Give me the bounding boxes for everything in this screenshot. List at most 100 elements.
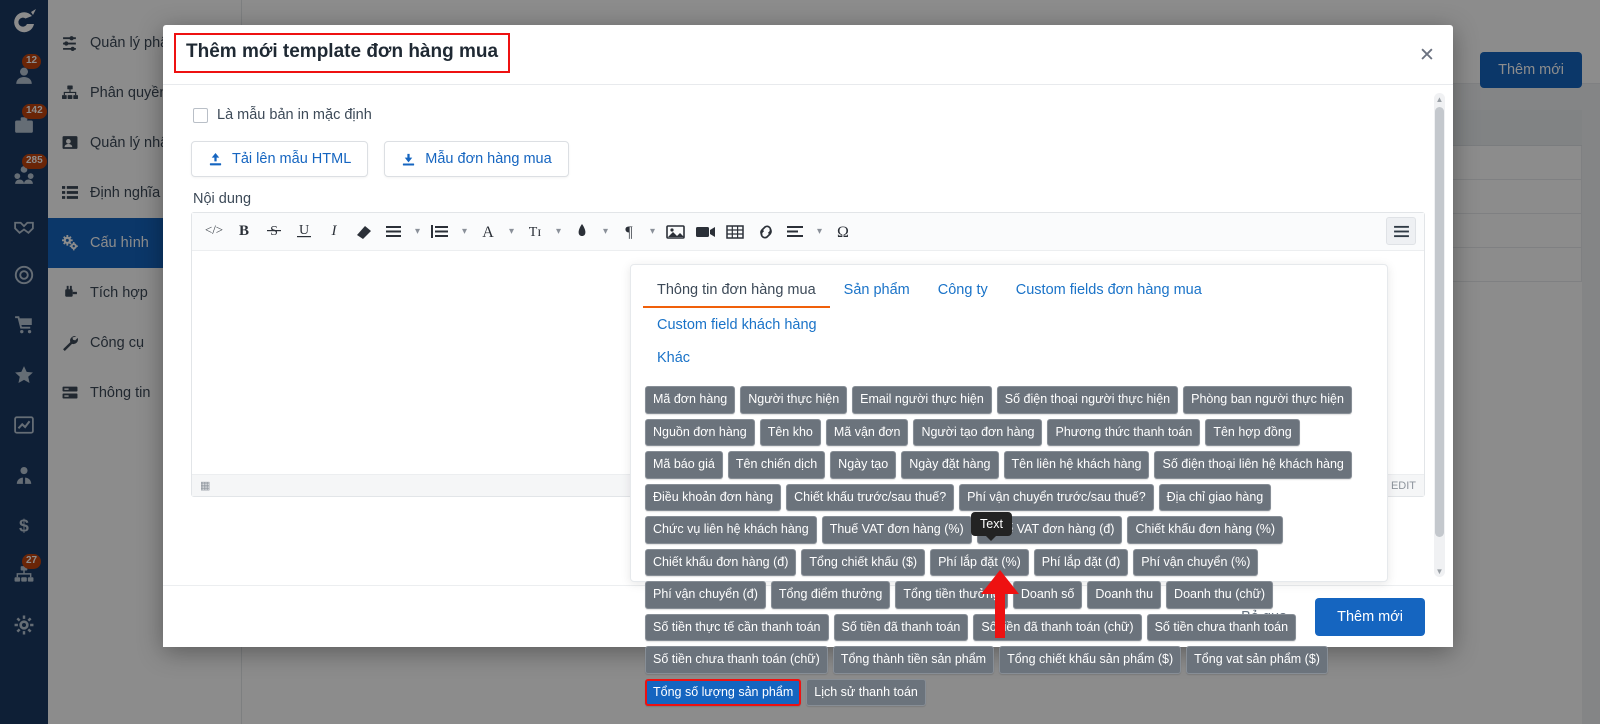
default-print-checkbox-row[interactable]: Là mẫu bản in mặc định xyxy=(193,107,1425,123)
merge-field-tag[interactable]: Tổng thành tiền sản phẩm xyxy=(832,646,995,674)
merge-field-tag[interactable]: Chiết khấu trước/sau thuế? xyxy=(786,483,955,511)
merge-field-tag[interactable]: Mã vận đơn xyxy=(825,418,909,446)
merge-field-tag[interactable]: Doanh thu (chữ) xyxy=(1166,581,1274,609)
merge-field-tag[interactable]: Tổng chiết khấu sản phẩm ($) xyxy=(999,646,1182,674)
merge-field-tag[interactable]: Điều khoản đơn hàng xyxy=(645,483,782,511)
font-color-icon[interactable]: A xyxy=(474,218,502,246)
merge-field-tag[interactable]: Tên hợp đồng xyxy=(1205,418,1300,446)
underline-icon[interactable]: U xyxy=(290,218,318,246)
merge-field-tag-selected[interactable]: Tổng số lượng sản phẩm xyxy=(645,678,802,706)
merge-field-tag[interactable]: Mã đơn hàng xyxy=(645,386,736,414)
tab-3[interactable]: Công ty xyxy=(924,273,1002,306)
merge-field-tag[interactable]: Địa chỉ giao hàng xyxy=(1158,483,1272,511)
merge-field-tag[interactable]: Số tiền đã thanh toán xyxy=(833,613,969,641)
svg-text:Ω: Ω xyxy=(837,224,849,241)
merge-field-tag[interactable]: Tên liên hệ khách hàng xyxy=(1003,451,1150,479)
link-icon[interactable] xyxy=(752,218,780,246)
chevron-down-icon[interactable]: ▾ xyxy=(410,218,425,246)
merge-field-tag[interactable]: Tên chiến dịch xyxy=(727,451,826,479)
chevron-down-icon[interactable]: ▾ xyxy=(504,218,519,246)
merge-field-tag[interactable]: Tổng vat sản phẩm ($) xyxy=(1186,646,1328,674)
tab-4[interactable]: Custom fields đơn hàng mua xyxy=(1002,273,1216,306)
upload-html-template-button[interactable]: Tải lên mẫu HTML xyxy=(191,141,369,177)
merge-field-tag[interactable]: Số tiền chưa thanh toán xyxy=(1146,613,1297,641)
svg-text:I: I xyxy=(331,223,338,239)
chevron-down-icon[interactable]: ▾ xyxy=(645,218,660,246)
scroll-down-icon[interactable]: ▼ xyxy=(1434,565,1445,577)
special-char-icon[interactable]: Ω xyxy=(829,218,857,246)
table-icon[interactable] xyxy=(722,218,750,246)
merge-field-tag[interactable]: Tên kho xyxy=(759,418,821,446)
svg-text:U: U xyxy=(299,223,309,238)
tab-2[interactable]: Sản phẩm xyxy=(830,273,924,306)
merge-field-tag[interactable]: Phí vận chuyển (%) xyxy=(1133,548,1259,576)
merge-field-tag[interactable]: Nguồn đơn hàng xyxy=(645,418,755,446)
merge-field-tag[interactable]: Người thực hiện xyxy=(740,386,848,414)
template-action-buttons: Tải lên mẫu HTML Mẫu đơn hàng mua xyxy=(191,141,1425,177)
picker-tabs: Thông tin đơn hàng mua Sản phẩm Công ty Cus… xyxy=(643,273,1375,341)
merge-field-tag[interactable]: Phí vận chuyển trước/sau thuế? xyxy=(959,483,1154,511)
chevron-down-icon[interactable]: ▾ xyxy=(551,218,566,246)
merge-field-tag[interactable]: Người tạo đơn hàng xyxy=(913,418,1043,446)
tab-row2-1[interactable]: Khác xyxy=(643,341,704,374)
list-toggle-icon[interactable] xyxy=(1386,217,1416,245)
svg-text:</>: </> xyxy=(205,222,223,237)
ordered-list-icon[interactable] xyxy=(427,218,455,246)
modal-header: Thêm mới template đơn hàng mua ✕ xyxy=(163,25,1453,85)
merge-field-tag[interactable]: Phí lắp đặt (đ) xyxy=(1033,548,1129,576)
merge-field-tag[interactable]: Thuế VAT đơn hàng (%) xyxy=(821,516,972,544)
strikethrough-icon[interactable]: S xyxy=(260,218,288,246)
tab-5[interactable]: Custom field khách hàng xyxy=(643,308,831,341)
align-icon[interactable] xyxy=(782,218,810,246)
editor-toolbar: </> B S U I ▾ ▾ A ▾ Tɪ ▾ ▾ ¶ ▾ ▾ Ω xyxy=(192,213,1424,251)
image-icon[interactable] xyxy=(662,218,690,246)
default-print-checkbox[interactable] xyxy=(193,107,208,123)
sample-purchase-order-button[interactable]: Mẫu đơn hàng mua xyxy=(384,141,569,177)
italic-icon[interactable]: I xyxy=(320,218,348,246)
merge-field-tag[interactable]: Số tiền thực tế cần thanh toán xyxy=(645,613,829,641)
page-title: Thêm mới template đơn hàng mua xyxy=(174,33,511,73)
merge-field-tag[interactable]: Ngày đặt hàng xyxy=(901,451,999,479)
chevron-down-icon[interactable]: ▾ xyxy=(812,218,827,246)
merge-field-tag[interactable]: Phòng ban người thực hiện xyxy=(1183,386,1352,414)
unordered-list-icon[interactable] xyxy=(380,218,408,246)
modal-scrollbar[interactable]: ▲ ▼ xyxy=(1434,93,1445,577)
editor-mode-label: EDIT xyxy=(1390,479,1416,492)
picker-tabs-row2: Khác xyxy=(643,341,1375,374)
merge-field-tag[interactable]: Lịch sử thanh toán xyxy=(806,678,926,706)
merge-field-tag[interactable]: Ngày tạo xyxy=(830,451,897,479)
merge-field-tag[interactable]: Mã báo giá xyxy=(645,451,723,479)
merge-field-tag[interactable]: Chiết khấu đơn hàng (%) xyxy=(1127,516,1284,544)
merge-field-tag[interactable]: Chức vụ liên hệ khách hàng xyxy=(645,516,817,544)
chevron-down-icon[interactable]: ▾ xyxy=(598,218,613,246)
merge-field-tag[interactable]: Email người thực hiện xyxy=(852,386,992,414)
scroll-up-icon[interactable]: ▲ xyxy=(1434,93,1445,105)
video-icon[interactable] xyxy=(692,218,720,246)
merge-field-tag[interactable]: Số điện thoại liên hệ khách hàng xyxy=(1154,451,1352,479)
svg-text:Tɪ: Tɪ xyxy=(529,225,542,240)
merge-field-tag[interactable]: Số tiền chưa thanh toán (chữ) xyxy=(645,646,828,674)
sample-purchase-order-label: Mẫu đơn hàng mua xyxy=(425,151,552,167)
merge-field-tag[interactable]: Tổng điểm thưởng xyxy=(770,581,891,609)
paragraph-icon[interactable]: ¶ xyxy=(615,218,643,246)
upload-icon xyxy=(208,152,223,167)
merge-field-tag[interactable]: Số điện thoại người thực hiện xyxy=(996,386,1179,414)
highlight-color-icon[interactable] xyxy=(568,218,596,246)
eraser-icon[interactable] xyxy=(350,218,378,246)
merge-field-tag[interactable]: Chiết khấu đơn hàng (đ) xyxy=(645,548,797,576)
scrollbar-thumb[interactable] xyxy=(1435,107,1444,537)
bold-icon[interactable]: B xyxy=(230,218,258,246)
tab-1[interactable]: Thông tin đơn hàng mua xyxy=(643,273,830,308)
code-icon[interactable]: </> xyxy=(200,218,228,246)
font-size-icon[interactable]: Tɪ xyxy=(521,218,549,246)
merge-field-tag[interactable]: Tổng chiết khấu ($) xyxy=(801,548,926,576)
chevron-down-icon[interactable]: ▾ xyxy=(457,218,472,246)
close-icon[interactable]: ✕ xyxy=(1415,43,1439,67)
svg-text:¶: ¶ xyxy=(625,224,633,241)
annotation-arrow-icon xyxy=(975,570,1025,643)
resize-handle-icon[interactable]: ▦ xyxy=(200,479,210,492)
merge-field-tag[interactable]: Doanh thu xyxy=(1087,581,1162,609)
merge-field-tag[interactable]: Phí vận chuyển (đ) xyxy=(645,581,766,609)
merge-field-tag-list: Mã đơn hàng Người thực hiện Email người th… xyxy=(643,386,1375,706)
merge-field-tag[interactable]: Phương thức thanh toán xyxy=(1047,418,1201,446)
